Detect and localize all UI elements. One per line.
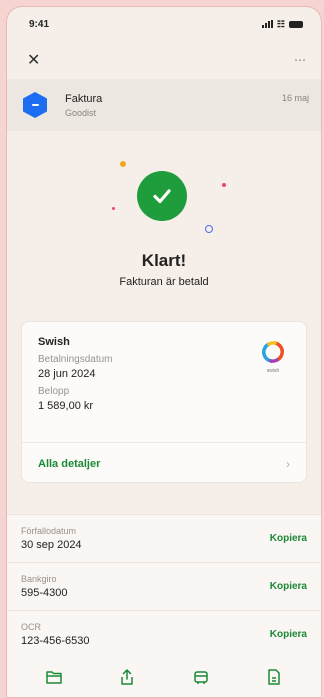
success-hero: Klart! Fakturan är betald [7,131,321,321]
merchant-logo-icon [23,92,47,118]
invoice-merchant: Goodist [65,107,97,118]
info-value: 123-456-6530 [21,635,90,647]
amount-value: 1 589,00 kr [38,400,94,412]
info-label: OCR [21,622,41,632]
info-row-bankgiro: Bankgiro 595-4300 Kopiera [7,563,321,611]
confetti-ring-icon [205,225,213,233]
payment-card: Swish Betalningsdatum 28 jun 2024 Belopp… [21,321,307,483]
copy-button[interactable]: Kopiera [270,533,307,544]
more-icon[interactable]: ⋯ [294,53,307,67]
top-bar: ✕ ⋯ [7,41,321,79]
status-bar: 9:41 ☷ [7,7,321,41]
success-subtitle: Fakturan är betald [119,276,209,288]
copy-button[interactable]: Kopiera [270,629,307,640]
info-value: 595-4300 [21,587,68,599]
card-divider [22,442,306,443]
all-details-label: Alla detaljer [38,458,101,470]
info-row-ocr: OCR 123-456-6530 Kopiera [7,611,321,659]
payment-method: Swish [38,336,70,348]
phone-screen: 9:41 ☷ ✕ ⋯ Faktura Goodist 16 maj Klart!… [6,6,322,698]
success-title: Klart! [141,251,187,270]
copy-button[interactable]: Kopiera [270,581,307,592]
bottom-toolbar [7,657,321,697]
checkmark-icon [137,171,187,221]
status-icons: ☷ [261,18,303,30]
info-label: Bankgiro [21,574,57,584]
wifi-icon: ☷ [276,18,285,29]
invoice-info-list: Förfallodatum 30 sep 2024 Kopiera Bankgi… [7,514,321,664]
cart-icon[interactable] [190,666,212,688]
all-details-link[interactable]: Alla detaljer › [38,446,290,482]
share-icon[interactable] [116,666,138,688]
status-time: 9:41 [29,18,50,30]
confetti-dot-icon [112,207,115,210]
info-value: 30 sep 2024 [21,539,82,551]
swish-logo-icon: swish [258,340,288,374]
document-icon[interactable] [263,666,285,688]
info-label: Förfallodatum [21,526,77,536]
invoice-title: Faktura [65,92,103,105]
invoice-header[interactable]: Faktura Goodist 16 maj [7,79,321,131]
amount-label: Belopp [38,386,70,397]
invoice-info: Faktura Goodist [65,93,282,118]
payment-date: 28 jun 2024 [38,368,96,380]
confetti-dot-icon [120,161,126,167]
close-icon[interactable]: ✕ [27,50,40,70]
payment-date-label: Betalningsdatum [38,354,113,365]
signal-icon [261,20,273,28]
info-row-due-date: Förfallodatum 30 sep 2024 Kopiera [7,515,321,563]
invoice-date: 16 maj [281,93,309,103]
chevron-right-icon: › [286,457,290,471]
battery-icon [289,20,303,28]
folder-icon[interactable] [43,666,65,688]
confetti-dot-icon [222,183,226,187]
swish-logo-caption: swish [266,368,280,374]
